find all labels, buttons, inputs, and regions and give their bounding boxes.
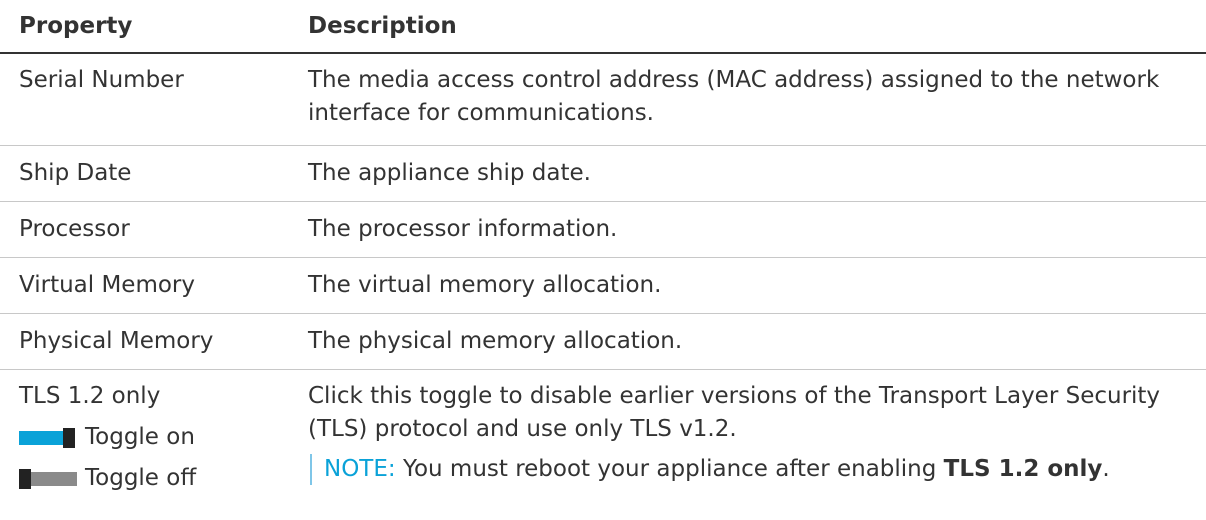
header-description: Description [308,13,457,39]
property-table: Property Description Serial Number The m… [0,0,1206,520]
toggle-on-label: Toggle on [85,424,195,450]
property-cell: Serial Number [19,67,184,93]
table-row-tls: TLS 1.2 only Toggle on Toggle off Click … [0,370,1206,520]
property-cell: Processor [19,216,130,242]
table-row: Virtual Memory The virtual memory alloca… [0,258,1206,314]
description-cell: Click this toggle to disable earlier ver… [308,380,1206,520]
description-cell: The appliance ship date. [308,160,591,186]
description-cell: The virtual memory allocation. [308,272,662,298]
description-cell: The processor information. [308,216,618,242]
property-cell: TLS 1.2 only Toggle on Toggle off [0,380,308,520]
property-cell: Physical Memory [19,328,214,354]
note-bold-text: TLS 1.2 only [943,456,1103,482]
table-row: Ship Date The appliance ship date. [0,146,1206,202]
toggle-on-icon [19,427,79,448]
table-row: Serial Number The media access control a… [0,54,1206,146]
note-end: . [1102,456,1110,482]
header-property: Property [19,13,133,39]
toggle-off-label: Toggle off [85,465,197,491]
property-cell: Ship Date [19,160,132,186]
toggle-off-icon [19,468,79,489]
note-text: You must reboot your appliance after ena… [402,456,937,482]
toggle-on-legend: Toggle on [19,421,308,454]
table-row: Processor The processor information. [0,202,1206,258]
note-callout: NOTE: You must reboot your appliance aft… [310,454,1186,485]
tls-property-label: TLS 1.2 only [19,383,161,409]
tls-description: Click this toggle to disable earlier ver… [308,383,1161,442]
description-cell: The media access control address (MAC ad… [308,67,1160,126]
property-cell: Virtual Memory [19,272,196,298]
table-row: Physical Memory The physical memory allo… [0,314,1206,370]
table-header: Property Description [0,0,1206,54]
toggle-off-legend: Toggle off [19,462,308,495]
note-label: NOTE: [324,456,396,482]
description-cell: The physical memory allocation. [308,328,683,354]
